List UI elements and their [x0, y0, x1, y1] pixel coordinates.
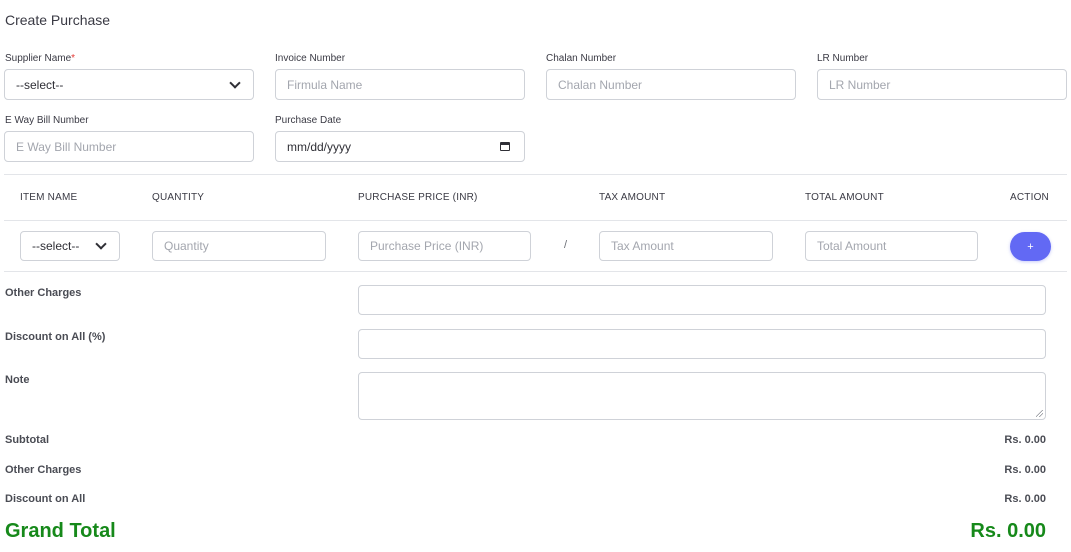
supplier-name-label: Supplier Name* — [5, 53, 76, 64]
header-action: ACTION — [1010, 192, 1049, 203]
supplier-select-value: --select-- — [16, 77, 64, 92]
lr-number-label: LR Number — [817, 53, 869, 64]
purchase-price-input[interactable]: Purchase Price (INR) — [358, 231, 531, 261]
header-purchase-price: PURCHASE PRICE (INR) — [358, 192, 478, 203]
header-quantity: QUANTITY — [152, 192, 205, 203]
other-charges-label: Other Charges — [5, 287, 82, 299]
resize-handle-icon[interactable] — [1036, 410, 1043, 417]
purchase-date-value: mm/dd/yyyy — [287, 139, 352, 154]
chevron-down-icon — [229, 76, 241, 89]
discount-label: Discount on All (%) — [5, 331, 106, 343]
invoice-number-input[interactable]: Firmula Name — [275, 69, 525, 100]
note-textarea[interactable] — [358, 372, 1046, 420]
page-title: Create Purchase — [5, 12, 111, 28]
chalan-number-label: Chalan Number — [546, 53, 617, 64]
summary-discount-value: Rs. 0.00 — [1004, 493, 1046, 505]
grand-total-value: Rs. 0.00 — [970, 520, 1046, 542]
purchase-date-input[interactable]: mm/dd/yyyy — [275, 131, 525, 162]
quantity-input[interactable]: Quantity — [152, 231, 326, 261]
invoice-number-label: Invoice Number — [275, 53, 346, 64]
item-select-value: --select-- — [32, 239, 80, 253]
summary-other-charges-label: Other Charges — [5, 464, 82, 476]
header-item-name: ITEM NAME — [20, 192, 78, 203]
summary-discount-label: Discount on All — [5, 493, 86, 505]
subtotal-label: Subtotal — [5, 434, 49, 446]
calendar-icon[interactable] — [500, 142, 510, 151]
summary-other-charges-value: Rs. 0.00 — [1004, 464, 1046, 476]
total-amount-input[interactable]: Total Amount — [805, 231, 978, 261]
required-marker: * — [71, 53, 76, 64]
item-name-select[interactable]: --select-- — [20, 231, 120, 261]
other-charges-input[interactable] — [358, 285, 1046, 315]
divider — [4, 271, 1067, 272]
chevron-down-icon — [95, 238, 107, 250]
supplier-select[interactable]: --select-- — [4, 69, 254, 100]
note-label: Note — [5, 374, 30, 386]
eway-bill-input[interactable]: E Way Bill Number — [4, 131, 254, 162]
lr-number-input[interactable]: LR Number — [817, 69, 1067, 100]
header-tax-amount: TAX AMOUNT — [599, 192, 666, 203]
tax-amount-input[interactable]: Tax Amount — [599, 231, 773, 261]
eway-bill-label: E Way Bill Number — [5, 115, 89, 126]
header-total-amount: TOTAL AMOUNT — [805, 192, 884, 203]
divider — [4, 174, 1067, 175]
divider — [4, 220, 1067, 221]
purchase-date-label: Purchase Date — [275, 115, 342, 126]
discount-input[interactable] — [358, 329, 1046, 359]
grand-total-label: Grand Total — [5, 520, 116, 542]
separator-slash: / — [564, 239, 568, 251]
chalan-number-input[interactable]: Chalan Number — [546, 69, 796, 100]
add-item-button[interactable]: + — [1010, 232, 1051, 261]
subtotal-value: Rs. 0.00 — [1004, 434, 1046, 446]
